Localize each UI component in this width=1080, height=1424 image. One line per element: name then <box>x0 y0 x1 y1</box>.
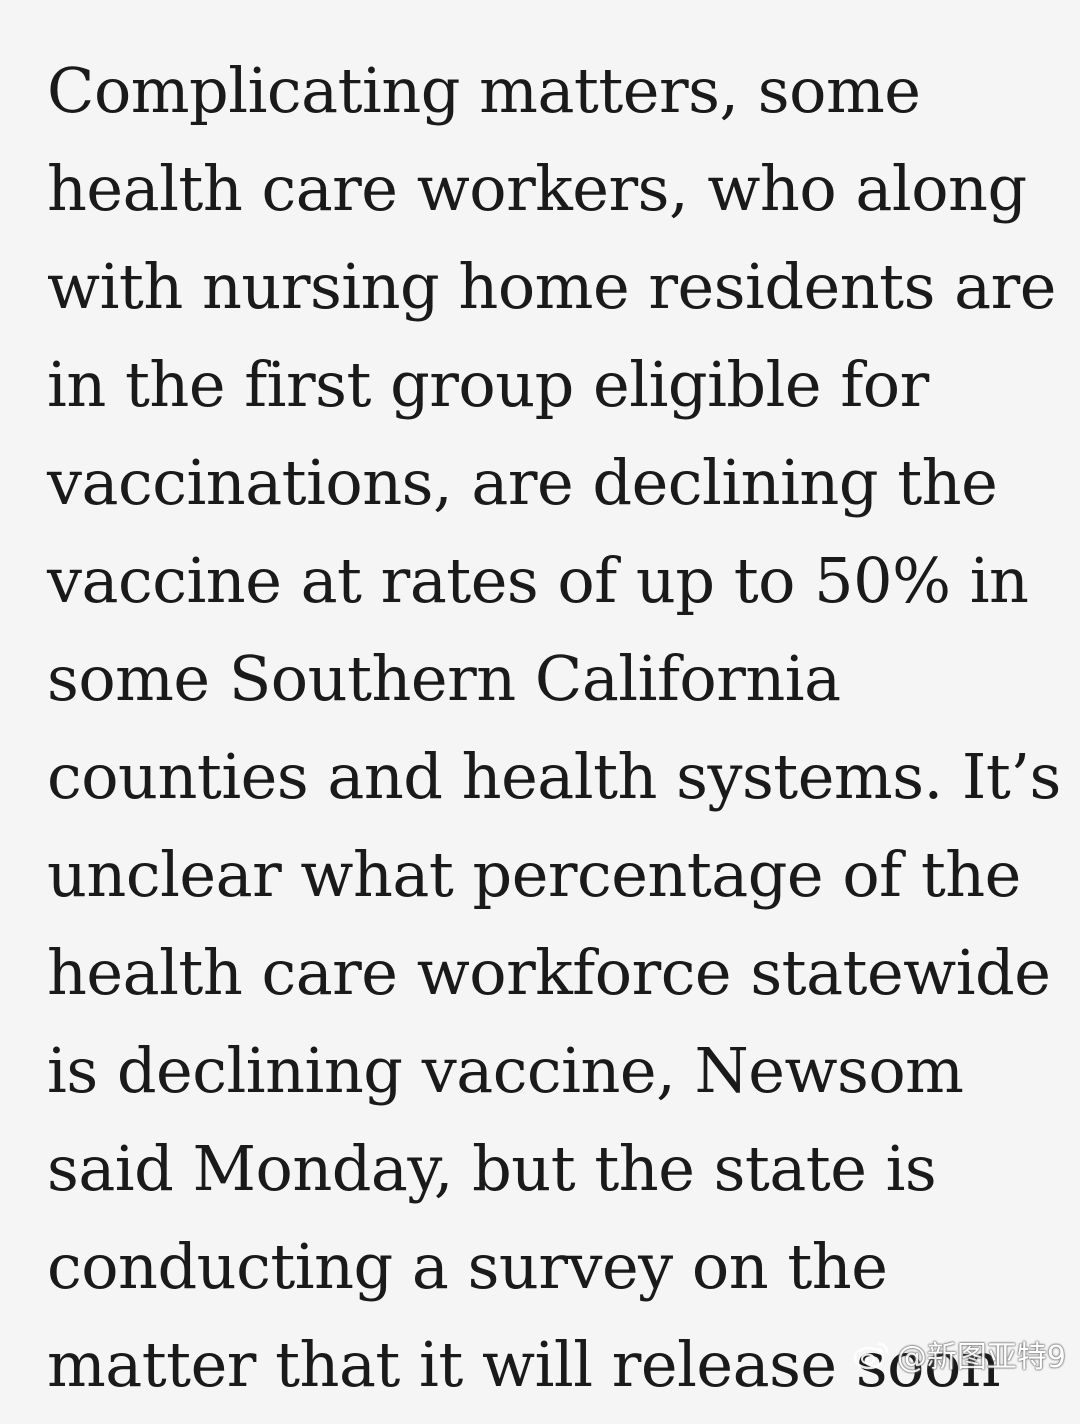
weibo-watermark: @新图亚特9 <box>853 1334 1066 1375</box>
article-line: vaccinations, are declining the <box>47 446 998 519</box>
article-line: vaccine at rates of up to 50% in <box>47 544 1029 617</box>
article-line: Complicating matters, some <box>47 54 921 127</box>
article-line: counties and health systems. It’s <box>47 740 1061 813</box>
article-line: said Monday, but the state is <box>47 1132 937 1205</box>
article-line: in the first group eligible for <box>47 348 929 421</box>
weibo-logo-icon <box>853 1338 891 1370</box>
article-line: conducting a survey on the <box>47 1230 888 1303</box>
article-line: is declining vaccine, Newsom <box>47 1034 964 1107</box>
article-line: with nursing home residents are <box>47 250 1056 323</box>
article-line: health care workers, who along <box>47 152 1027 225</box>
article-line: health care workforce statewide <box>47 936 1051 1009</box>
watermark-text: @新图亚特9 <box>896 1340 1066 1375</box>
article-line: unclear what percentage of the <box>47 838 1021 911</box>
article-body: Complicating matters, some health care w… <box>47 52 1061 1424</box>
article-line: some Southern California <box>47 642 841 715</box>
